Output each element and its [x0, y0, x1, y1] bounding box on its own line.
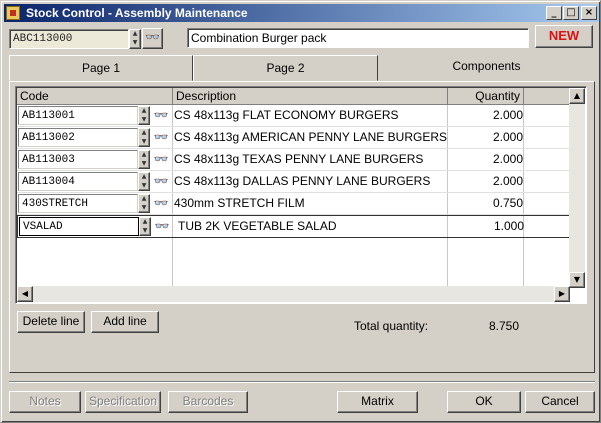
table-row[interactable]: AB113003 ▲ ▼ 👓 CS 48x113g TEXAS PENNY LAN…: [17, 149, 570, 171]
scroll-left-icon[interactable]: ◀: [17, 286, 33, 302]
row-code-field[interactable]: AB113001: [18, 106, 138, 125]
scroll-right-icon[interactable]: ▶: [554, 286, 570, 302]
app-icon: [6, 6, 20, 20]
components-grid: Code Description Quantity AB113001 ▲ ▼ 👓 …: [15, 86, 587, 304]
row-quantity[interactable]: 2.000: [449, 174, 523, 188]
matrix-button[interactable]: Matrix: [337, 391, 418, 413]
binoculars-icon[interactable]: 👓: [151, 173, 171, 191]
table-row[interactable]: AB113002 ▲ ▼ 👓 CS 48x113g AMERICAN PENNY …: [17, 127, 570, 149]
binoculars-icon[interactable]: 👓: [151, 195, 171, 213]
row-code-spinner[interactable]: ▲ ▼: [138, 172, 150, 191]
tab-strip: Page 1 Page 2 Components: [9, 55, 595, 81]
ok-button[interactable]: OK: [447, 391, 521, 413]
binoculars-icon[interactable]: 👓: [151, 151, 171, 169]
row-description: CS 48x113g DALLAS PENNY LANE BURGERS: [174, 174, 431, 188]
scroll-down-icon[interactable]: ▼: [569, 272, 585, 288]
row-description: 430mm STRETCH FILM: [174, 196, 305, 210]
close-button[interactable]: ×: [581, 6, 597, 20]
cancel-button[interactable]: Cancel: [525, 391, 595, 413]
row-code-spinner[interactable]: ▲ ▼: [138, 194, 150, 213]
assembly-maintenance-window: Stock Control - Assembly Maintenance _ □…: [0, 0, 601, 423]
row-code-field[interactable]: AB113002: [18, 128, 138, 147]
spin-up-icon[interactable]: ▲: [130, 30, 140, 39]
row-code-field[interactable]: AB113003: [18, 150, 138, 169]
row-quantity[interactable]: 2.000: [449, 152, 523, 166]
spin-down-icon[interactable]: ▼: [130, 39, 140, 48]
vertical-scrollbar[interactable]: ▲ ▼: [569, 88, 585, 288]
binoculars-icon[interactable]: 👓: [151, 129, 171, 147]
row-quantity[interactable]: 2.000: [449, 108, 523, 122]
delete-line-button[interactable]: Delete line: [17, 311, 85, 333]
tab-components[interactable]: Components: [378, 55, 595, 81]
column-header-code[interactable]: Code: [17, 88, 173, 105]
row-description: TUB 2K VEGETABLE SALAD: [178, 219, 337, 233]
specification-button[interactable]: Specification: [85, 391, 161, 413]
notes-button[interactable]: Notes: [9, 391, 81, 413]
scroll-up-icon[interactable]: ▲: [569, 88, 585, 104]
maximize-button[interactable]: □: [563, 6, 579, 20]
tab-page-2[interactable]: Page 2: [193, 55, 378, 81]
assembly-description-field[interactable]: Combination Burger pack: [187, 28, 529, 48]
column-header-description[interactable]: Description: [173, 88, 448, 105]
row-code-spinner[interactable]: ▲ ▼: [138, 150, 150, 169]
row-code-spinner[interactable]: ▲ ▼: [139, 217, 151, 236]
row-description: CS 48x113g AMERICAN PENNY LANE BURGERS: [174, 130, 447, 144]
code-spinner[interactable]: ▲ ▼: [129, 29, 141, 49]
minimize-button[interactable]: _: [546, 6, 562, 20]
table-row[interactable]: AB113004 ▲ ▼ 👓 CS 48x113g DALLAS PENNY LA…: [17, 171, 570, 193]
row-description: CS 48x113g TEXAS PENNY LANE BURGERS: [174, 152, 424, 166]
horizontal-scrollbar[interactable]: ◀ ▶: [17, 286, 570, 302]
row-quantity[interactable]: 1.000: [450, 219, 524, 233]
row-code-spinner[interactable]: ▲ ▼: [138, 128, 150, 147]
row-quantity[interactable]: 2.000: [449, 130, 523, 144]
new-button[interactable]: NEW: [535, 25, 593, 48]
row-quantity[interactable]: 0.750: [449, 196, 523, 210]
row-code-field[interactable]: AB113004: [18, 172, 138, 191]
assembly-code-field[interactable]: ABC113000: [9, 29, 129, 49]
window-title: Stock Control - Assembly Maintenance: [26, 6, 248, 20]
title-bar[interactable]: Stock Control - Assembly Maintenance _ □…: [4, 4, 599, 22]
tab-page-1[interactable]: Page 1: [9, 55, 193, 81]
row-description: CS 48x113g FLAT ECONOMY BURGERS: [174, 108, 399, 122]
add-line-button[interactable]: Add line: [91, 311, 159, 333]
total-quantity-value: 8.750: [488, 319, 519, 333]
barcodes-button[interactable]: Barcodes: [168, 391, 248, 413]
row-code-spinner[interactable]: ▲ ▼: [138, 106, 150, 125]
row-code-field[interactable]: 430STRETCH: [18, 194, 138, 213]
table-row[interactable]: AB113001 ▲ ▼ 👓 CS 48x113g FLAT ECONOMY BU…: [17, 105, 570, 127]
binoculars-icon[interactable]: 👓: [142, 28, 163, 49]
row-code-field[interactable]: VSALAD: [19, 217, 139, 236]
total-quantity-label: Total quantity:: [354, 319, 429, 333]
binoculars-icon[interactable]: 👓: [151, 107, 171, 125]
footer-divider: [9, 381, 595, 383]
binoculars-icon[interactable]: 👓: [152, 218, 172, 236]
column-header-blank: [524, 88, 571, 105]
table-row[interactable]: 430STRETCH ▲ ▼ 👓 430mm STRETCH FILM 0.750: [17, 193, 570, 215]
column-header-quantity[interactable]: Quantity: [448, 88, 524, 105]
table-row-selected[interactable]: VSALAD ▲ ▼ 👓 TUB 2K VEGETABLE SALAD 1.000: [17, 215, 570, 238]
